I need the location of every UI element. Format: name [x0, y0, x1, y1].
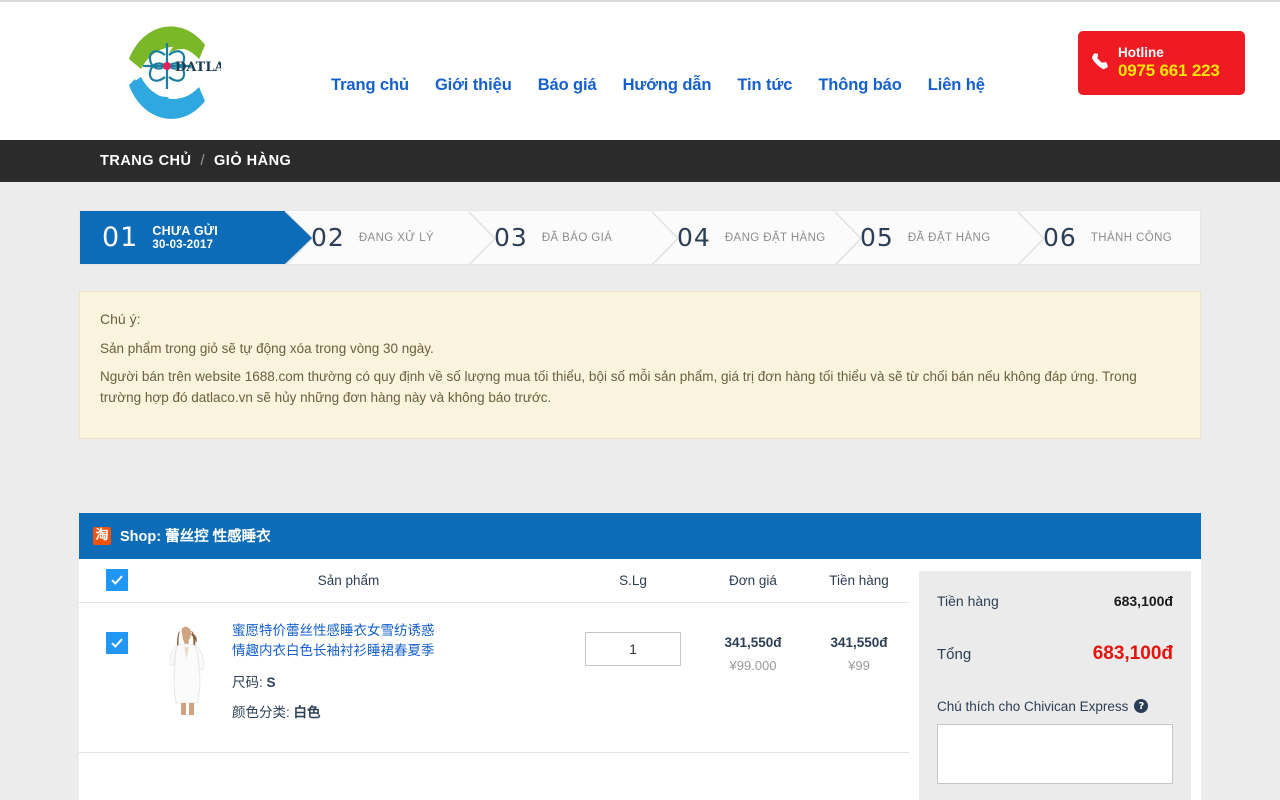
nav-item-bao-gia[interactable]: Báo giá [525, 76, 610, 95]
product-size-attr: 尺码: S [232, 671, 447, 691]
cart-panel: 淘 Shop: 蕾丝控 性感睡衣 Sản phẩm S.Lg Đơn giá T… [79, 512, 1201, 800]
product-color-label: 颜色分类: [232, 705, 290, 721]
notice-line-1: Sản phẩm trong giỏ sẽ tự động xóa trong … [100, 341, 434, 356]
hotline-button[interactable]: Hotline 0975 661 223 [1078, 31, 1245, 95]
summary-total-row: Tổng 683,100đ [937, 643, 1173, 665]
phone-icon [1088, 48, 1114, 78]
select-all-checkbox[interactable] [106, 569, 128, 592]
shop-prefix: Shop: [120, 529, 162, 546]
step-03-da-bao-gia[interactable]: 03 ĐÃ BÁO GIÁ [468, 211, 651, 264]
summary-subtotal-row: Tiền hàng 683,100đ [937, 593, 1173, 609]
unit-price-vnd: 341,550đ [724, 634, 782, 650]
step-04-dang-dat-hang[interactable]: 04 ĐANG ĐẶT HÀNG [651, 211, 834, 264]
step-03-number: 03 [494, 223, 528, 252]
step-06-label: THÀNH CÔNG [1090, 231, 1173, 244]
step-02-dang-xu-ly[interactable]: 02 ĐANG XỬ LÝ [285, 211, 468, 264]
amount-cell: 341,550đ ¥99 [809, 621, 909, 673]
breadcrumb-current: GIỎ HÀNG [214, 153, 292, 169]
unit-price-cell: 341,550đ ¥99.000 [697, 621, 809, 673]
main-nav: Trang chủ Giới thiệu Báo giá Hướng dẫn T… [318, 76, 998, 95]
column-header-product: Sản phẩm [317, 572, 380, 588]
quantity-input[interactable] [585, 631, 681, 666]
column-header-quantity: S.Lg [619, 572, 647, 588]
hotline-label: Hotline [1118, 44, 1164, 60]
summary-total-label: Tổng [937, 645, 972, 663]
logo-text: DATLACO [175, 60, 221, 75]
cart-table-header: Sản phẩm S.Lg Đơn giá Tiền hàng [79, 559, 909, 603]
summary-subtotal-label: Tiền hàng [937, 592, 999, 609]
chevron-separator-icon [1016, 211, 1046, 264]
product-color-value: 白色 [293, 705, 321, 721]
product-size-label: 尺码: [232, 675, 263, 691]
notice-line-2: Người bán trên website 1688.com thường c… [100, 368, 1137, 405]
taobao-icon: 淘 [93, 526, 111, 545]
express-note-label: Chú thích cho Chivican Express [937, 698, 1129, 714]
product-color-attr: 颜色分类: 白色 [232, 701, 447, 721]
amount-vnd: 341,550đ [830, 634, 888, 650]
chevron-separator-icon [467, 211, 497, 264]
chevron-separator-icon [833, 211, 863, 264]
unit-price-cny: ¥99.000 [729, 657, 777, 673]
order-progress-steps: 01 CHƯA GỬI 30-03-2017 02 ĐANG XỬ LÝ 03 … [79, 210, 1201, 265]
step-06-thanh-cong[interactable]: 06 THÀNH CÔNG [1017, 211, 1200, 264]
product-title[interactable]: 蜜愿特价蕾丝性感睡衣女雪纺诱惑情趣内衣白色长袖衬衫睡裙春夏季 [232, 621, 447, 662]
datlaco-logo[interactable]: DATLACO [113, 7, 221, 135]
cart-page: DATLACO Trang chủ Giới thiệu Báo giá Hướ… [0, 0, 1280, 800]
breadcrumb: TRANG CHỦ / GIỎ HÀNG [0, 140, 1280, 182]
step-04-number: 04 [677, 223, 711, 252]
express-note-label-row: Chú thích cho Chivican Express ? [937, 699, 1173, 714]
summary-subtotal-value: 683,100đ [1113, 592, 1173, 609]
chevron-separator-icon [650, 211, 680, 264]
product-thumbnail[interactable] [158, 622, 214, 719]
step-02-number: 02 [311, 223, 345, 252]
notice-title: Chú ý: [100, 311, 141, 327]
step-06-number: 06 [1043, 223, 1077, 252]
step-03-label: ĐÃ BÁO GIÁ [541, 231, 613, 244]
step-01-number: 01 [102, 222, 139, 253]
step-01-label: CHƯA GỬI [152, 224, 218, 238]
nav-item-huong-dan[interactable]: Hướng dẫn [610, 76, 725, 95]
nav-item-lien-he[interactable]: Liên hệ [915, 76, 998, 95]
step-05-da-dat-hang[interactable]: 05 ĐÃ ĐẶT HÀNG [834, 211, 1017, 264]
step-05-label: ĐÃ ĐẶT HÀNG [907, 231, 991, 244]
shop-header: 淘 Shop: 蕾丝控 性感睡衣 [79, 512, 1201, 559]
step-05-number: 05 [860, 223, 894, 252]
nav-item-gioi-thieu[interactable]: Giới thiệu [422, 76, 525, 95]
site-header: DATLACO Trang chủ Giới thiệu Báo giá Hướ… [0, 0, 1280, 140]
help-icon[interactable]: ? [1134, 699, 1149, 714]
hotline-number: 0975 661 223 [1118, 61, 1220, 81]
product-size-value: S [266, 675, 276, 691]
row-select-checkbox[interactable] [106, 631, 128, 654]
breadcrumb-separator: / [200, 153, 206, 169]
express-note-textarea[interactable] [937, 723, 1173, 784]
summary-total-value: 683,100đ [1092, 642, 1173, 664]
step-04-label: ĐANG ĐẶT HÀNG [724, 231, 826, 244]
amount-cny: ¥99 [848, 657, 870, 673]
order-summary-panel: Tiền hàng 683,100đ Tổng 683,100đ Chú thí… [909, 559, 1201, 800]
step-02-label: ĐANG XỬ LÝ [358, 231, 434, 244]
column-header-amount: Tiền hàng [829, 572, 889, 588]
notice-box: Chú ý: Sản phẩm trong giỏ sẽ tự động xóa… [79, 291, 1201, 439]
step-01-chua-gui[interactable]: 01 CHƯA GỬI 30-03-2017 [80, 211, 312, 264]
table-row: 蜜愿特价蕾丝性感睡衣女雪纺诱惑情趣内衣白色长袖衬衫睡裙春夏季 尺码: S 颜色分… [79, 603, 909, 753]
step-01-date: 30-03-2017 [152, 239, 214, 251]
nav-item-thong-bao[interactable]: Thông báo [805, 76, 914, 95]
breadcrumb-home[interactable]: TRANG CHỦ [100, 153, 192, 169]
column-header-unit-price: Đơn giá [729, 572, 777, 588]
cart-items: Sản phẩm S.Lg Đơn giá Tiền hàng 蜜愿特价蕾丝性感… [79, 559, 909, 800]
nav-item-trang-chu[interactable]: Trang chủ [318, 76, 422, 95]
shop-name[interactable]: 蕾丝控 性感睡衣 [165, 529, 271, 545]
nav-item-tin-tuc[interactable]: Tin tức [724, 76, 805, 95]
